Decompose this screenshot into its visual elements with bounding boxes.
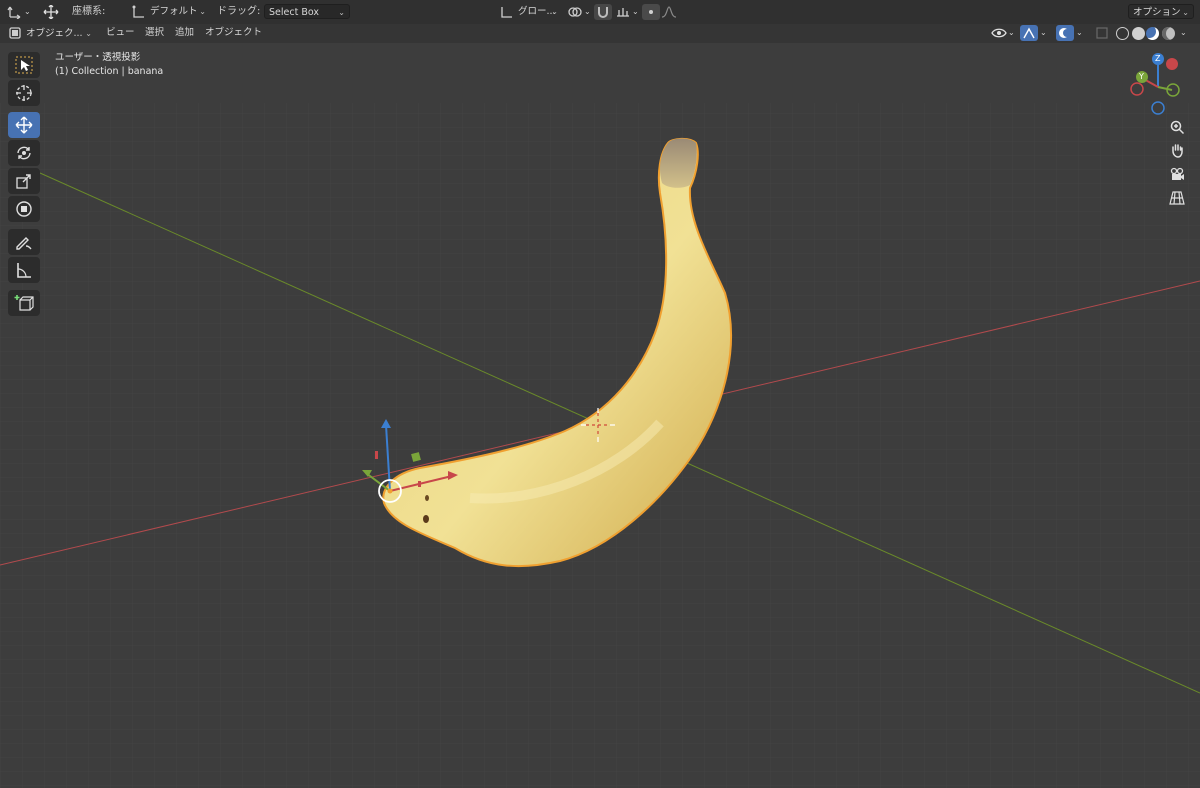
menu-object[interactable]: オブジェクト: [205, 26, 262, 40]
collection-info: (1) Collection | banana: [55, 66, 164, 77]
move-arrows-icon[interactable]: [42, 4, 60, 20]
move-tool[interactable]: [8, 112, 40, 138]
falloff-curve-icon[interactable]: [660, 4, 678, 20]
rendered-shading-icon[interactable]: [1162, 27, 1175, 40]
banana-spot: [425, 495, 429, 501]
options-label: オプション: [1133, 7, 1181, 18]
scale-tool[interactable]: [8, 168, 40, 194]
chevron-down-icon: ⌄: [1182, 8, 1189, 17]
chevron-down-icon: ⌄: [338, 8, 345, 17]
link-icon[interactable]: [566, 4, 584, 20]
menu-add[interactable]: 追加: [175, 26, 194, 40]
gizmo-neg-y-icon[interactable]: [1166, 58, 1178, 70]
chevron-down-icon[interactable]: ⌄: [1040, 26, 1047, 40]
mode-dropdown[interactable]: オブジェク... ⌄: [22, 26, 96, 41]
measure-tool[interactable]: [8, 257, 40, 283]
menu-select[interactable]: 選択: [145, 26, 164, 40]
chevron-down-icon[interactable]: ⌄: [584, 5, 591, 19]
snap-magnet-icon[interactable]: [594, 4, 612, 20]
cursor-tool[interactable]: [8, 80, 40, 106]
chevron-down-icon[interactable]: ⌄: [632, 5, 639, 19]
coord-system-label: 座標系:: [72, 6, 106, 17]
material-shading-icon[interactable]: [1146, 27, 1159, 40]
coord-system-dropdown[interactable]: デフォルト ⌄: [146, 4, 210, 19]
transform-tool[interactable]: [8, 196, 40, 222]
rotate-tool[interactable]: [8, 140, 40, 166]
global-dropdown[interactable]: グロー... ⌄: [514, 4, 562, 19]
chevron-down-icon: ⌄: [551, 7, 558, 16]
viewport-scene: [0, 53, 1200, 788]
view-name: ユーザー・透視投影: [55, 52, 141, 63]
menu-view[interactable]: ビュー: [106, 26, 135, 40]
xray-toggle-icon[interactable]: [1093, 25, 1111, 41]
chevron-down-icon: ⌄: [199, 7, 206, 16]
annotate-tool[interactable]: [8, 229, 40, 255]
tool-settings-bar: ⌄ 座標系: デフォルト ⌄ ドラッグ: Select Box ⌄ グロー...…: [0, 0, 1200, 25]
gizmo-z-label: Z: [1155, 54, 1161, 63]
camera-icon[interactable]: [1169, 166, 1191, 188]
drag-label: ドラッグ:: [217, 6, 261, 17]
drag-value: Select Box: [269, 7, 319, 18]
hand-pan-icon[interactable]: [1169, 142, 1191, 164]
options-dropdown[interactable]: オプション ⌄: [1128, 4, 1194, 19]
gizmo-toggle-icon[interactable]: [1020, 25, 1038, 41]
chevron-down-icon[interactable]: ⌄: [24, 5, 31, 19]
zoom-icon[interactable]: [1169, 119, 1191, 141]
global-value: グロー...: [518, 6, 556, 17]
proportional-edit-icon[interactable]: [642, 4, 660, 20]
gizmo-y-label: Y: [1139, 72, 1144, 81]
transform-orientation-icon[interactable]: [6, 4, 24, 20]
banana-spot: [423, 515, 429, 523]
grid-perspective-icon[interactable]: [1169, 190, 1191, 212]
wireframe-shading-icon[interactable]: [1116, 27, 1129, 40]
solid-shading-icon[interactable]: [1132, 27, 1145, 40]
drag-dropdown[interactable]: Select Box ⌄: [264, 4, 350, 19]
chevron-down-icon[interactable]: ⌄: [1008, 26, 1015, 40]
select-box-tool[interactable]: [8, 52, 40, 78]
visibility-eye-icon[interactable]: [990, 25, 1008, 41]
mode-value: オブジェク...: [26, 28, 83, 39]
chevron-down-icon[interactable]: ⌄: [1076, 26, 1083, 40]
chevron-down-icon[interactable]: ⌄: [1180, 26, 1187, 40]
gizmo-neg-x-icon[interactable]: [1130, 82, 1144, 96]
coord-system-value: デフォルト: [150, 6, 198, 17]
snap-grid-icon[interactable]: [614, 4, 632, 20]
add-cube-tool[interactable]: [8, 290, 40, 316]
overlay-toggle-icon[interactable]: [1056, 25, 1074, 41]
chevron-down-icon: ⌄: [85, 29, 92, 38]
3d-viewport[interactable]: Z Y X ユーザー・透視投影 (1) Collection | banana: [0, 43, 1200, 788]
